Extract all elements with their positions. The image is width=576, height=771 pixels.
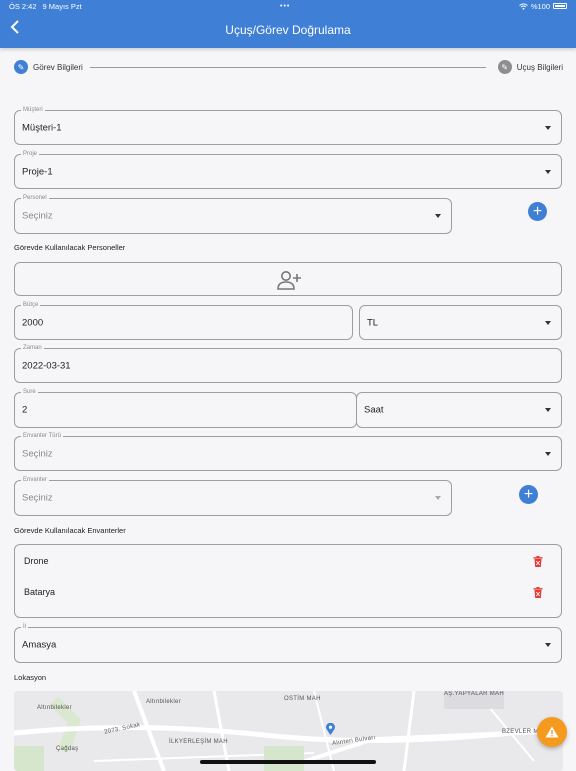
sure-label: Sure bbox=[21, 388, 38, 396]
delete-drone-button[interactable] bbox=[533, 556, 543, 567]
plus-icon: + bbox=[523, 486, 534, 503]
butce-label: Bütçe bbox=[21, 301, 41, 309]
map-label: OSTİM MAH bbox=[284, 696, 321, 702]
dropdown-arrow-icon bbox=[545, 125, 551, 130]
map-label: Altınbilekler bbox=[146, 699, 181, 705]
dropdown-arrow-icon bbox=[545, 169, 551, 174]
butce-value: 2000 bbox=[22, 317, 44, 328]
chevron-left-icon bbox=[10, 20, 19, 34]
add-envanter-button[interactable]: + bbox=[519, 485, 538, 504]
envanter-placeholder: Seçiniz bbox=[22, 492, 53, 504]
home-indicator[interactable] bbox=[200, 760, 376, 764]
sure-field[interactable]: Sure 2 bbox=[14, 388, 357, 428]
dropdown-arrow-icon bbox=[545, 408, 551, 412]
envanter-item-batarya: Batarya bbox=[24, 587, 56, 597]
il-select[interactable]: İl Amasya bbox=[14, 623, 562, 663]
personel-select[interactable]: Personel Seçiniz bbox=[14, 194, 452, 234]
map-pin-icon bbox=[326, 723, 335, 735]
dropdown-arrow-icon bbox=[545, 320, 551, 325]
step-ucus-bilgileri[interactable]: ✎ Uçuş Bilgileri bbox=[497, 60, 563, 74]
envanterler-title: Görevde Kullanılacak Envanterler bbox=[14, 526, 126, 535]
location-map[interactable]: Altınbilekler Altınbilekler OSTİM MAH AŞ… bbox=[14, 691, 563, 771]
personeller-title: Görevde Kullanılacak Personeller bbox=[14, 243, 126, 252]
proje-label: Proje bbox=[21, 150, 40, 158]
delete-batarya-button[interactable] bbox=[533, 587, 543, 598]
map-roads bbox=[14, 691, 563, 771]
map-label: AŞ.YAPYALAR MAH bbox=[444, 691, 504, 697]
map-label: Altınbilekler bbox=[37, 705, 72, 711]
map-label: Çağdaş bbox=[56, 746, 79, 752]
app-bar: Uçuş/Görev Doğrulama bbox=[0, 12, 576, 48]
status-time: ÖS 2:42 bbox=[9, 1, 37, 11]
pencil-icon: ✎ bbox=[14, 60, 28, 74]
step-gorev-bilgileri[interactable]: ✎ Görev Bilgileri bbox=[14, 60, 83, 74]
proje-value: Proje-1 bbox=[22, 166, 53, 177]
personel-label: Personel bbox=[21, 194, 49, 202]
musteri-label: Müşteri bbox=[21, 106, 45, 114]
multitask-dots[interactable]: ••• bbox=[280, 3, 290, 10]
step-label: Görev Bilgileri bbox=[33, 62, 83, 72]
dropdown-arrow-icon bbox=[545, 451, 551, 456]
envanter-turu-select[interactable]: Envanter Türü Seçiniz bbox=[14, 432, 562, 471]
page-title: Uçuş/Görev Doğrulama bbox=[225, 23, 351, 37]
warning-fab-button[interactable] bbox=[537, 717, 567, 747]
butce-field[interactable]: Bütçe 2000 bbox=[14, 301, 353, 340]
envanter-turu-label: Envanter Türü bbox=[21, 432, 63, 440]
plus-icon: + bbox=[532, 203, 543, 220]
status-bar: ÖS 2:42 9 Mayıs Pzt ••• %100 bbox=[0, 0, 576, 12]
envanter-turu-placeholder: Seçiniz bbox=[22, 448, 53, 459]
back-button[interactable] bbox=[7, 20, 23, 38]
status-date: 9 Mayıs Pzt bbox=[42, 1, 82, 11]
dropdown-arrow-icon bbox=[545, 643, 551, 647]
dropdown-arrow-icon bbox=[435, 214, 441, 218]
sure-value: 2 bbox=[22, 404, 28, 416]
envanter-select[interactable]: Envanter Seçiniz bbox=[14, 476, 452, 516]
currency-value: TL bbox=[367, 317, 379, 328]
musteri-select[interactable]: Müşteri Müşteri-1 bbox=[14, 106, 562, 145]
lokasyon-title: Lokasyon bbox=[14, 673, 47, 682]
stepper-line bbox=[90, 67, 486, 68]
sure-unit-select[interactable]: Saat bbox=[356, 392, 562, 428]
proje-select[interactable]: Proje Proje-1 bbox=[14, 150, 562, 189]
personeller-list[interactable] bbox=[14, 262, 562, 296]
stepper: ✎ Görev Bilgileri ✎ Uçuş Bilgileri bbox=[0, 56, 576, 82]
add-person-icon bbox=[277, 271, 301, 290]
add-personel-button[interactable]: + bbox=[528, 202, 547, 221]
il-value: Amasya bbox=[22, 639, 57, 651]
envanter-label: Envanter bbox=[21, 476, 50, 484]
currency-select[interactable]: TL bbox=[359, 305, 562, 340]
zaman-field[interactable]: Zaman 2022-03-31 bbox=[14, 344, 562, 383]
il-label: İl bbox=[21, 623, 28, 631]
dropdown-arrow-icon bbox=[435, 496, 441, 500]
sure-unit-value: Saat bbox=[364, 404, 384, 416]
zaman-value: 2022-03-31 bbox=[22, 360, 71, 371]
envanter-item-drone: Drone bbox=[24, 556, 49, 566]
personel-placeholder: Seçiniz bbox=[22, 210, 53, 222]
battery-icon bbox=[553, 3, 567, 9]
zaman-label: Zaman bbox=[21, 344, 44, 352]
battery-percent: %100 bbox=[530, 1, 550, 11]
step-label: Uçuş Bilgileri bbox=[516, 62, 563, 72]
map-label: İLKYERLEŞİM MAH bbox=[169, 739, 228, 745]
musteri-value: Müşteri-1 bbox=[22, 122, 62, 133]
pencil-icon: ✎ bbox=[497, 60, 512, 74]
envanterler-list: Drone Batarya bbox=[14, 544, 562, 618]
wifi-icon bbox=[518, 2, 528, 10]
warning-icon bbox=[545, 726, 559, 738]
